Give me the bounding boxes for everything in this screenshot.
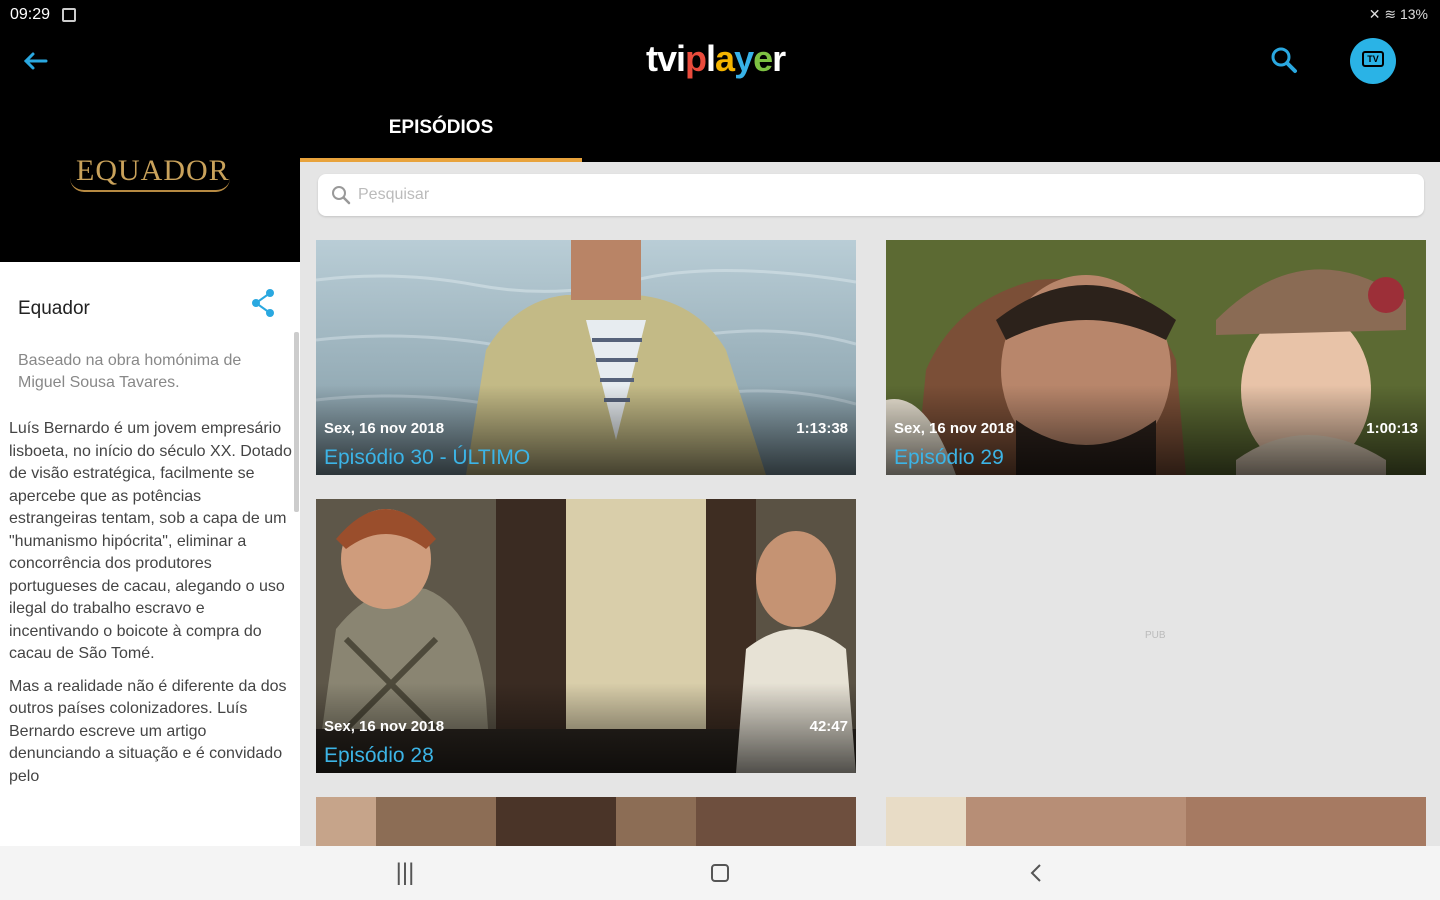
back-button[interactable] (18, 44, 52, 78)
episode-thumbnail (316, 797, 856, 846)
empty-slot-label: PUB (1145, 630, 1166, 641)
logo-part-e: e (753, 38, 773, 79)
home-icon (711, 864, 729, 882)
episodes-area[interactable]: Sex, 16 nov 2018 1:13:38 Episódio 30 - Ú… (300, 162, 1440, 846)
episode-card-partial[interactable] (886, 797, 1426, 846)
search-input[interactable] (358, 174, 1398, 216)
episode-title: Episódio 29 (894, 446, 1004, 469)
show-subtitle: Baseado na obra homónima de Miguel Sousa… (18, 352, 242, 391)
episode-duration: 1:00:13 (1366, 420, 1418, 437)
wifi-icon: ≋ (1384, 6, 1397, 22)
episode-card[interactable]: Sex, 16 nov 2018 1:00:13 Episódio 29 (886, 240, 1426, 475)
tab-episodios[interactable]: EPISÓDIOS (300, 92, 582, 162)
episode-duration: 42:47 (809, 718, 848, 735)
recent-apps-button[interactable]: ||| (390, 860, 420, 886)
logo-part-tvi: tvi (646, 38, 686, 79)
episode-card-partial[interactable] (316, 797, 856, 846)
chevron-left-icon (1030, 864, 1041, 882)
show-title: Equador (18, 298, 90, 319)
description-scrollbar[interactable] (294, 332, 299, 512)
share-button[interactable] (250, 288, 276, 318)
status-time: 09:29 (10, 6, 51, 23)
system-nav-bar: ||| (0, 846, 1440, 900)
episode-title: Episódio 30 - ÚLTIMO (324, 446, 531, 469)
episode-date: Sex, 16 nov 2018 (894, 420, 1015, 437)
live-tv-button[interactable]: TV (1350, 38, 1396, 84)
home-button[interactable] (705, 860, 735, 886)
search-icon (1271, 47, 1297, 73)
episode-duration: 1:13:38 (796, 420, 848, 437)
tab-label: EPISÓDIOS (388, 117, 494, 138)
system-back-button[interactable] (1022, 860, 1052, 886)
recent-apps-icon: ||| (395, 859, 415, 886)
episode-date: Sex, 16 nov 2018 (324, 420, 445, 437)
episode-title: Episódio 28 (324, 744, 434, 767)
mute-icon: ✕ (1368, 6, 1381, 22)
search-button[interactable] (1268, 44, 1300, 76)
episode-card[interactable]: Sex, 16 nov 2018 42:47 Episódio 28 (316, 499, 856, 773)
episode-card[interactable]: Sex, 16 nov 2018 1:13:38 Episódio 30 - Ú… (316, 240, 856, 475)
notification-icon (62, 8, 76, 22)
show-logo-swoosh (70, 178, 230, 192)
tab-bar: EPISÓDIOS (300, 92, 1440, 162)
app-root: 09:29 ✕ ≋ 13% tviplayer TV EQUADOR Equad… (0, 0, 1440, 900)
description-paragraph: Luís Bernardo é um jovem empresário lisb… (9, 420, 292, 662)
tv-icon: TV (1362, 51, 1384, 67)
status-bar: 09:29 ✕ ≋ 13% (0, 0, 1440, 30)
share-icon (252, 289, 274, 317)
tvi-player-logo: tviplayer (646, 38, 786, 80)
description-paragraph: Mas a realidade não é diferente da dos o… (9, 677, 287, 785)
search-bar[interactable] (318, 174, 1424, 216)
search-icon (332, 186, 351, 205)
episode-thumbnail (886, 797, 1426, 846)
logo-part-p: p (685, 38, 707, 79)
episode-date: Sex, 16 nov 2018 (324, 718, 445, 735)
logo-part-r: r (772, 38, 786, 79)
app-bar: tviplayer TV (0, 30, 1440, 92)
logo-part-a: a (715, 38, 735, 79)
show-details[interactable]: Equador Baseado na obra homónima de Migu… (0, 262, 300, 846)
status-right: ✕ ≋ 13% (1369, 6, 1428, 23)
show-info-panel: EQUADOR Equador Baseado na obra homónima… (0, 92, 300, 846)
show-logo-area: EQUADOR (0, 92, 300, 262)
show-description: Luís Bernardo é um jovem empresário lisb… (9, 418, 293, 798)
logo-part-l: l (706, 38, 716, 79)
battery-text: 13% (1399, 6, 1428, 22)
arrow-left-icon (23, 52, 48, 70)
logo-part-y: y (734, 38, 754, 79)
